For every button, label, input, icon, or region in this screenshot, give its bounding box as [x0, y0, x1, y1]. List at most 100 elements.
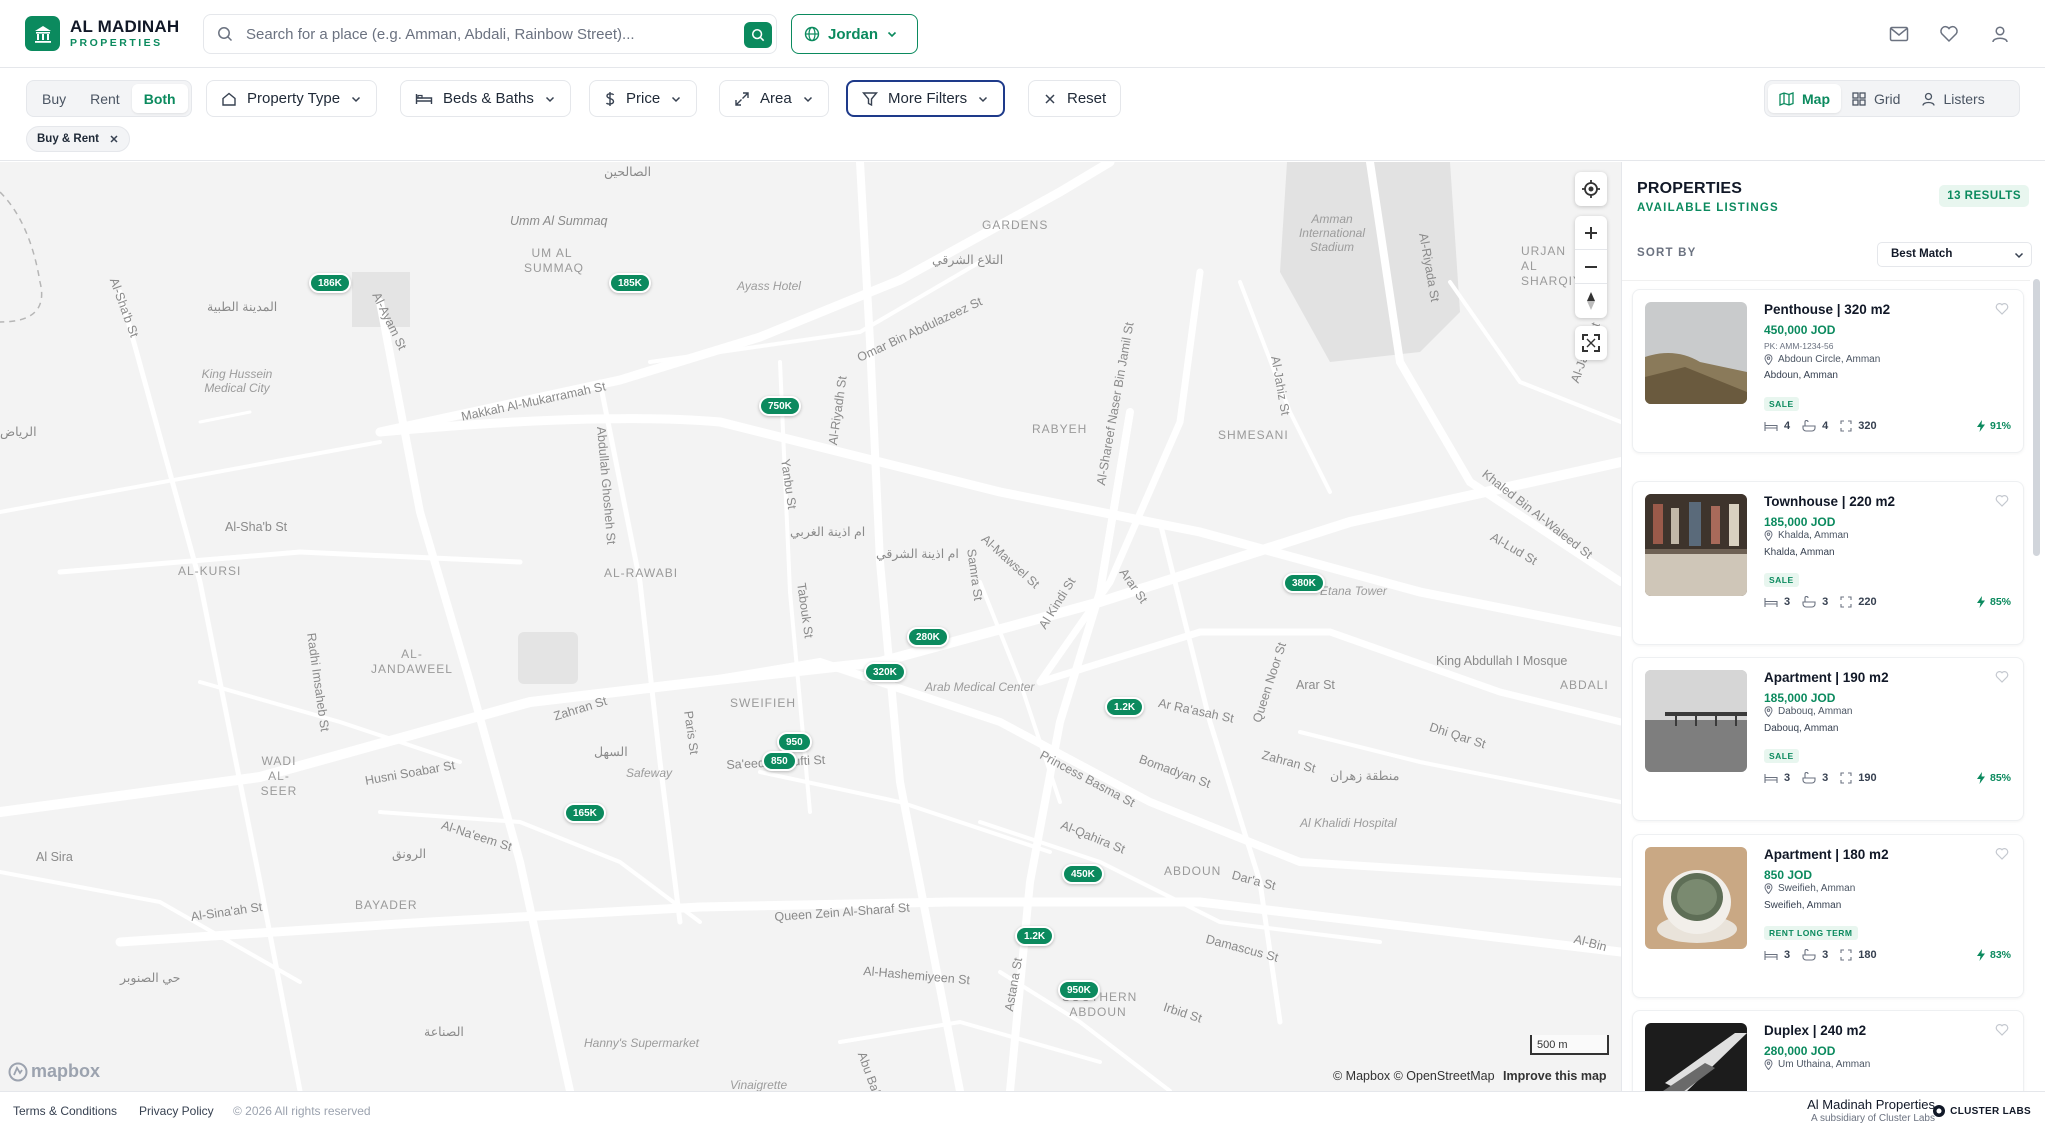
price-pin[interactable]: 165K: [564, 803, 606, 823]
close-icon[interactable]: [109, 134, 119, 144]
chevron-down-icon: [887, 31, 897, 38]
panel-subtitle: AVAILABLE LISTINGS: [1637, 202, 1779, 214]
view-map-button[interactable]: Map: [1768, 84, 1841, 113]
locate-icon[interactable]: [1575, 172, 1607, 206]
reset-button[interactable]: Reset: [1028, 80, 1122, 117]
price-pin[interactable]: 950K: [1058, 980, 1100, 1000]
mapbox-logo[interactable]: mapbox: [8, 1061, 100, 1082]
favorite-icon[interactable]: [1995, 847, 2009, 865]
sort-select[interactable]: Best Match: [1877, 242, 2032, 267]
price-label: Price: [626, 90, 661, 107]
more-filters-label: More Filters: [888, 90, 968, 107]
map-scale: 500 m: [1530, 1035, 1609, 1055]
map-label: التلاع الشرقي: [932, 253, 1004, 267]
bolt-icon: [1976, 420, 1985, 432]
mapbox-icon: [8, 1062, 28, 1081]
heart-icon[interactable]: [1937, 22, 1961, 46]
copyright-text: © 2026 All rights reserved: [233, 1104, 371, 1118]
fullscreen-control: [1575, 326, 1607, 360]
bed-icon: [1764, 774, 1778, 783]
fullscreen-icon[interactable]: [1575, 326, 1607, 360]
top-header: AL MADINAH PROPERTIES Jordan: [0, 0, 2045, 68]
view-listers-button[interactable]: Listers: [1911, 84, 1995, 113]
privacy-link[interactable]: Privacy Policy: [139, 1104, 214, 1118]
chevron-down-icon: [977, 93, 989, 105]
favorite-icon[interactable]: [1995, 1023, 2009, 1041]
price-pin[interactable]: 280K: [907, 627, 949, 647]
listing-card[interactable]: Townhouse | 220 m2 185,000 JOD Khalda, A…: [1632, 481, 2024, 645]
map-label: Ayass Hotel: [737, 279, 801, 293]
price-pin[interactable]: 1.2K: [1015, 926, 1055, 946]
search-input[interactable]: [246, 15, 736, 53]
price-pin[interactable]: 380K: [1283, 573, 1325, 593]
zoom-out-icon[interactable]: [1575, 250, 1607, 284]
compass-icon[interactable]: [1575, 284, 1607, 318]
globe-icon: [804, 26, 820, 42]
listing-location: Abdoun Circle, Amman: [1764, 354, 1880, 365]
footer-brand-sub: A subsidiary of Cluster Labs: [1811, 1113, 1935, 1124]
baths-spec: 3: [1802, 949, 1828, 961]
footer: Terms & Conditions Privacy Policy © 2026…: [0, 1091, 2045, 1129]
price-pin[interactable]: 750K: [759, 396, 801, 416]
bath-icon: [1802, 949, 1816, 961]
map-canvas[interactable]: الصالحين Umm Al Summaq UM AL SUMMAQ GARD…: [0, 162, 1621, 1091]
listing-tag: RENT LONG TERM: [1764, 926, 1858, 940]
terms-link[interactable]: Terms & Conditions: [13, 1104, 117, 1118]
improve-map-link[interactable]: Improve this map: [1503, 1069, 1607, 1083]
listing-location: Sweifieh, Amman: [1764, 883, 1855, 894]
size-spec: 180: [1840, 949, 1877, 961]
map-area-label: URJAN AL SHARQIYA: [1521, 244, 1591, 288]
property-type-filter[interactable]: Property Type: [206, 80, 378, 117]
price-pin[interactable]: 320K: [864, 662, 906, 682]
mode-toggle: Buy Rent Both: [26, 80, 192, 117]
listing-scrollbar[interactable]: [2033, 279, 2040, 556]
listing-card[interactable]: Apartment | 180 m2 850 JOD Sweifieh, Amm…: [1632, 834, 2024, 998]
area-filter[interactable]: Area: [719, 80, 829, 117]
price-pin[interactable]: 450K: [1062, 864, 1104, 884]
match-score: 85%: [1976, 596, 2011, 608]
property-type-label: Property Type: [247, 90, 341, 107]
sort-label: SORT BY: [1637, 247, 1697, 259]
map-area-label: ABDOUN: [1164, 864, 1222, 878]
price-pin[interactable]: 850: [762, 751, 797, 771]
mode-buy-button[interactable]: Buy: [30, 84, 78, 113]
price-pin[interactable]: 950: [777, 732, 812, 752]
price-pin[interactable]: 185K: [609, 273, 651, 293]
bed-icon: [415, 91, 433, 107]
map-area-label: RABYEH: [1032, 422, 1088, 436]
location-pin-icon: [1764, 1059, 1773, 1070]
bed-icon: [1764, 951, 1778, 960]
cluster-labs-logo[interactable]: CLUSTER LABS: [1932, 1104, 2031, 1118]
favorite-icon[interactable]: [1995, 494, 2009, 512]
listing-card[interactable]: Apartment | 190 m2 185,000 JOD Dabouq, A…: [1632, 657, 2024, 821]
brand-logo[interactable]: AL MADINAH PROPERTIES: [25, 16, 179, 51]
location-pin-icon: [1764, 883, 1773, 894]
bath-icon: [1802, 596, 1816, 608]
cluster-labs-icon: [1933, 1105, 1946, 1117]
bolt-icon: [1976, 596, 1985, 608]
map-label: Al Khalidi Hospital: [1300, 816, 1397, 830]
zoom-in-icon[interactable]: [1575, 216, 1607, 250]
mode-both-button[interactable]: Both: [131, 84, 188, 113]
listing-photo: [1645, 670, 1747, 772]
user-icon[interactable]: [1988, 22, 2012, 46]
map-label: ام اذينة الشرقي: [876, 547, 959, 561]
search-submit-button[interactable]: [744, 22, 772, 48]
beds-baths-filter[interactable]: Beds & Baths: [400, 80, 571, 117]
map-label: Arar St: [1296, 678, 1335, 692]
listing-photo: [1645, 847, 1747, 949]
country-selector[interactable]: Jordan: [791, 14, 918, 54]
more-filters-button[interactable]: More Filters: [846, 80, 1006, 117]
price-filter[interactable]: Price: [589, 80, 698, 117]
price-pin[interactable]: 1.2K: [1105, 697, 1145, 717]
view-grid-button[interactable]: Grid: [1841, 84, 1911, 113]
bath-icon: [1802, 772, 1816, 784]
mode-rent-button[interactable]: Rent: [78, 84, 132, 113]
favorite-icon[interactable]: [1995, 302, 2009, 320]
price-pin[interactable]: 186K: [309, 273, 351, 293]
listing-card[interactable]: Penthouse | 320 m2 450,000 JOD PK: AMM-1…: [1632, 289, 2024, 453]
mail-icon[interactable]: [1887, 22, 1911, 46]
listing-card[interactable]: Duplex | 240 m2 280,000 JOD Um Uthaina, …: [1632, 1010, 2024, 1091]
favorite-icon[interactable]: [1995, 670, 2009, 688]
bolt-icon: [1976, 949, 1985, 961]
